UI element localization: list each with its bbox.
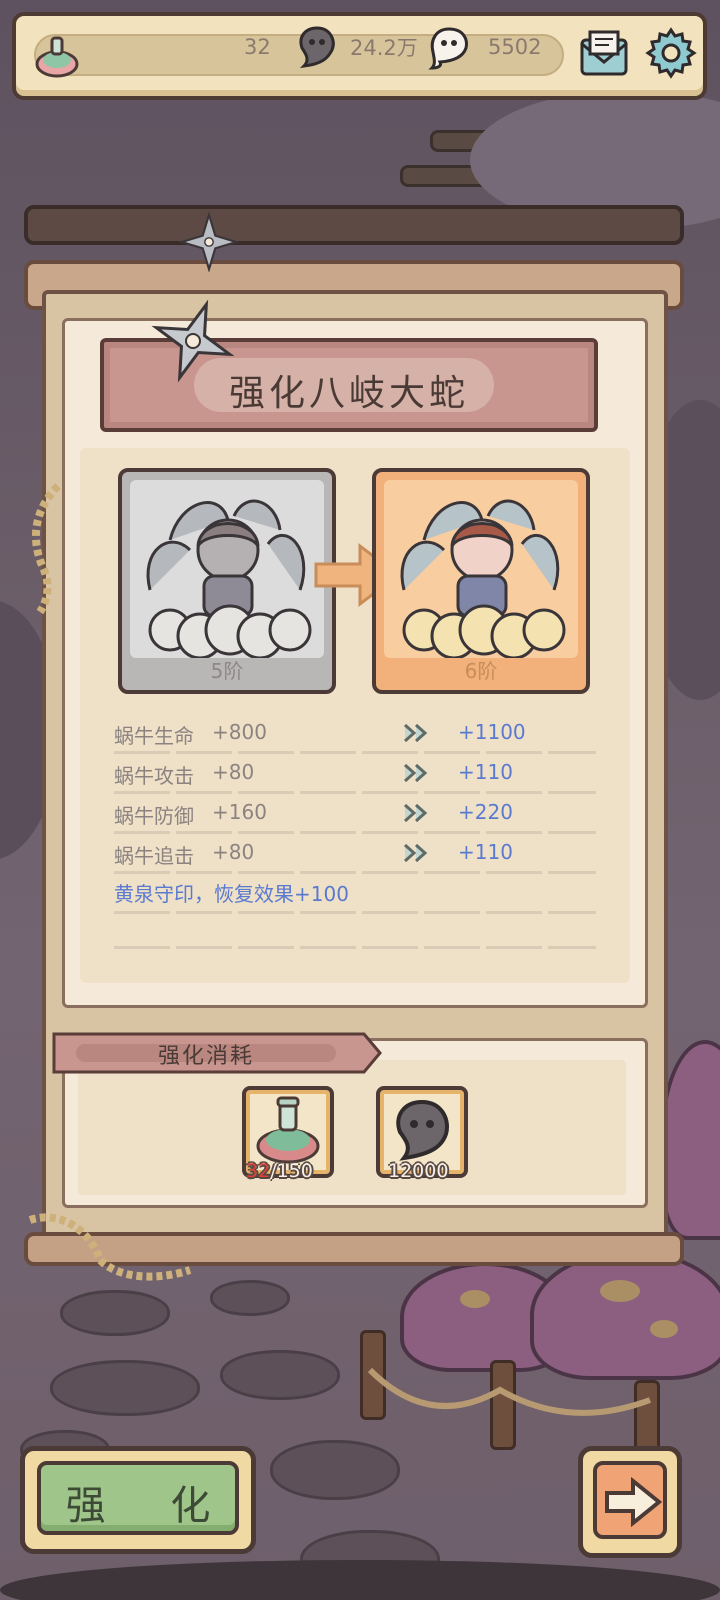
- stat-row: 蜗牛攻击 +80 +110: [114, 754, 596, 794]
- scroll-rod-top: [24, 205, 684, 245]
- shuriken-icon: [178, 212, 240, 272]
- stat-base-value: +160: [212, 800, 267, 824]
- stat-row: 蜗牛防御 +160 +220: [114, 794, 596, 834]
- stat-base-value: +80: [212, 840, 255, 864]
- yamata-orochi-icon: [400, 499, 566, 660]
- hanging-rope-bottom: [28, 1213, 192, 1281]
- shuriken-icon: [151, 299, 235, 383]
- stepping-stone: [50, 1360, 200, 1416]
- fence-rope: [367, 1367, 652, 1416]
- cost-quantity-potion: 32/150: [246, 1160, 313, 1182]
- potion-icon: [35, 36, 79, 78]
- ground-strip: [0, 1560, 720, 1600]
- hero-art-current: [130, 480, 324, 660]
- stepping-stone: [60, 1290, 170, 1336]
- stat-new-value: +110: [458, 760, 513, 784]
- mushroom-spot: [600, 1280, 640, 1302]
- double-chevron-icon: [404, 803, 428, 823]
- double-chevron-icon: [404, 763, 428, 783]
- double-chevron-icon: [404, 723, 428, 743]
- yamata-orochi-icon: [146, 499, 312, 660]
- upgrade-button[interactable]: 强 化: [20, 1446, 256, 1554]
- potion-counter: 32: [244, 26, 271, 68]
- top-resource-bar: 32 24.2万 5502: [12, 12, 707, 100]
- speech-bubble-icon: [428, 27, 468, 70]
- snail-coin-counter: 24.2万: [294, 26, 418, 68]
- row-divider: [114, 946, 596, 949]
- hero-card-next: 6阶: [372, 468, 590, 694]
- snail-coin-icon: [299, 26, 335, 68]
- stat-base-value: +80: [212, 760, 255, 784]
- potion-count: 32: [244, 35, 271, 59]
- mail-icon[interactable]: [576, 26, 632, 82]
- hero-card-current: 5阶: [118, 468, 336, 694]
- double-chevron-icon: [404, 843, 428, 863]
- mushroom-spot: [650, 1320, 678, 1338]
- stepping-stone: [220, 1350, 340, 1400]
- stat-name: 蜗牛生命: [114, 724, 194, 748]
- cost-quantity-snail-coin: 12000: [388, 1160, 449, 1182]
- cost-panel-inner: [78, 1060, 626, 1195]
- arrow-right-icon: [605, 1477, 663, 1527]
- cost-need-amount: /150: [270, 1160, 313, 1182]
- gear-icon[interactable]: [644, 26, 698, 80]
- bubble-counter: 5502: [426, 26, 542, 70]
- mushroom-spot: [460, 1290, 490, 1308]
- cost-have-amount: 32: [246, 1160, 271, 1182]
- upgrade-button-label: 强 化: [65, 1483, 237, 1529]
- hero-art-next: [384, 480, 578, 660]
- bonus-row: [114, 874, 596, 914]
- stat-name: 蜗牛防御: [114, 804, 194, 828]
- tier-label-next: 6阶: [464, 659, 498, 683]
- stat-new-value: +1100: [458, 720, 526, 744]
- next-button[interactable]: [578, 1446, 682, 1558]
- stat-row: 蜗牛追击 +80 +110: [114, 834, 596, 874]
- bubble-count: 5502: [488, 35, 542, 59]
- stat-new-value: +220: [458, 800, 513, 824]
- stat-name: 蜗牛追击: [114, 844, 194, 868]
- stat-new-value: +110: [458, 840, 513, 864]
- stat-base-value: +800: [212, 720, 267, 744]
- snail-coin-count: 24.2万: [350, 36, 418, 60]
- mushroom: [660, 1040, 720, 1240]
- tier-label-current: 5阶: [210, 659, 244, 683]
- row-divider: [114, 911, 596, 914]
- stepping-stone: [210, 1280, 290, 1316]
- stat-row: 蜗牛生命 +800 +1100: [114, 714, 596, 754]
- cost-header-label: 强化消耗: [158, 1044, 255, 1069]
- stat-name: 蜗牛攻击: [114, 764, 194, 788]
